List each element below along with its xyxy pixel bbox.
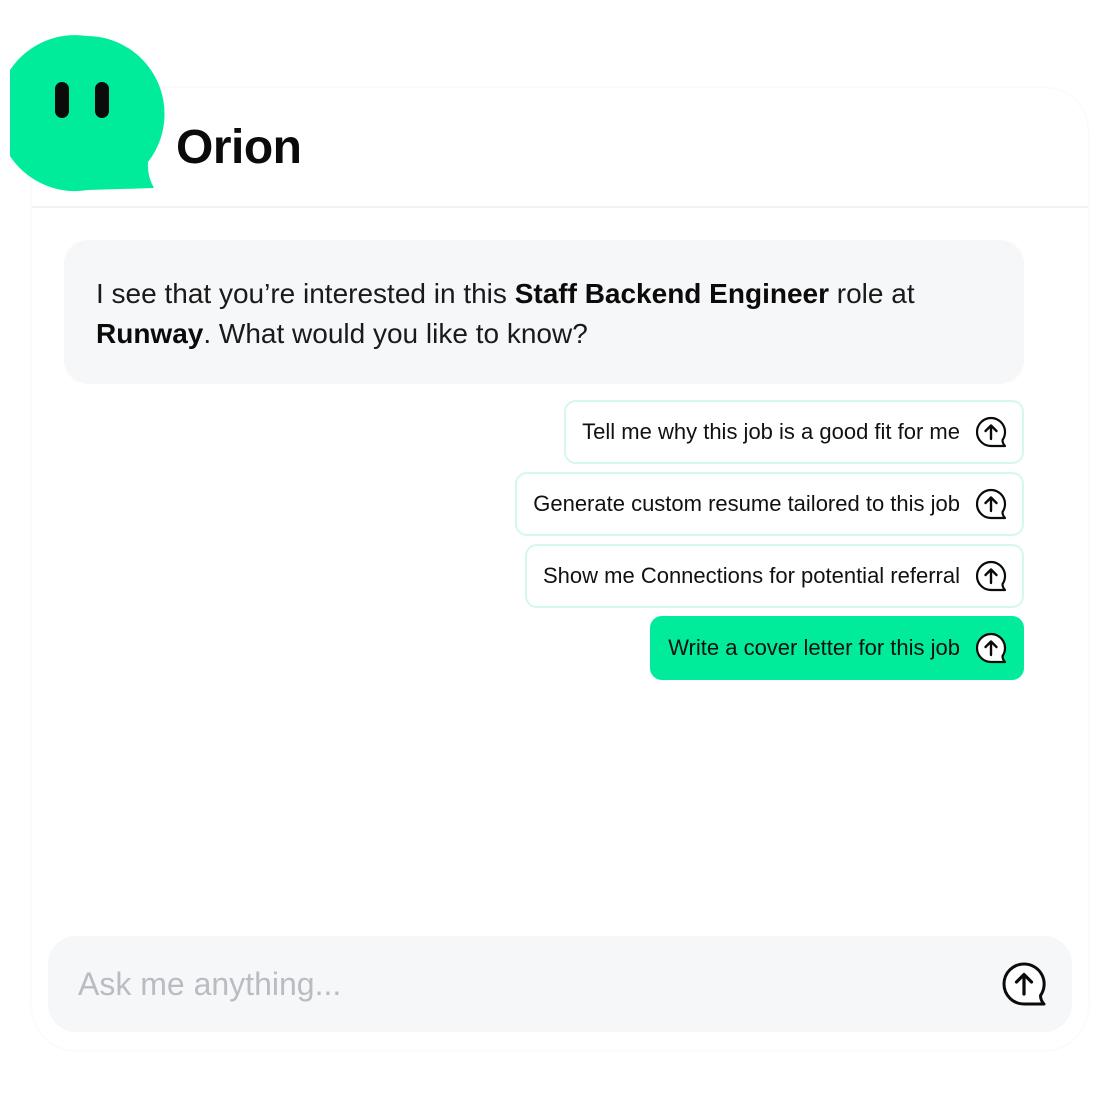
- job-role: Staff Backend Engineer: [514, 278, 829, 309]
- suggestion-chip-good-fit[interactable]: Tell me why this job is a good fit for m…: [564, 400, 1024, 464]
- send-button[interactable]: [1000, 960, 1048, 1008]
- message-text: role at: [829, 278, 915, 309]
- chat-widget: Orion I see that you’re interested in th…: [0, 0, 1120, 1120]
- send-bubble-icon: [975, 632, 1007, 664]
- chat-input[interactable]: [76, 964, 1000, 1004]
- message-text: I see that you’re interested in this: [96, 278, 515, 309]
- suggestion-label: Generate custom resume tailored to this …: [533, 491, 960, 516]
- suggestion-label: Tell me why this job is a good fit for m…: [582, 419, 960, 444]
- suggestion-label: Write a cover letter for this job: [668, 635, 960, 660]
- send-bubble-icon: [975, 560, 1007, 592]
- company-name: Runway: [96, 318, 204, 349]
- send-bubble-icon: [975, 488, 1007, 520]
- speech-bubble-face-icon: [0, 34, 170, 194]
- suggestion-chip-custom-resume[interactable]: Generate custom resume tailored to this …: [515, 472, 1024, 536]
- chat-input-bar: [48, 936, 1072, 1032]
- send-bubble-icon: [975, 416, 1007, 448]
- message-text: . What would you like to know?: [203, 318, 588, 349]
- suggestion-chip-cover-letter[interactable]: Write a cover letter for this job: [650, 616, 1024, 680]
- assistant-message: I see that you’re interested in this Sta…: [64, 240, 1024, 384]
- suggestion-label: Show me Connections for potential referr…: [543, 563, 960, 588]
- suggestion-list: Tell me why this job is a good fit for m…: [515, 400, 1024, 680]
- send-bubble-icon: [1002, 962, 1046, 1006]
- assistant-title: Orion: [176, 121, 302, 174]
- header-divider: [32, 206, 1088, 208]
- suggestion-chip-connections[interactable]: Show me Connections for potential referr…: [525, 544, 1024, 608]
